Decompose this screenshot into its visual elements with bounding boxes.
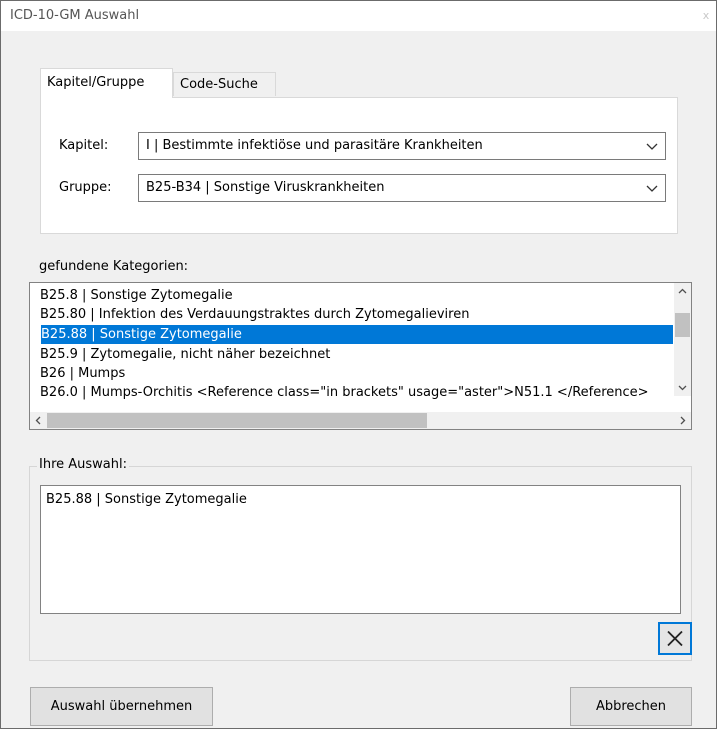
categories-label: gefundene Kategorien: <box>39 259 189 274</box>
kapitel-select[interactable]: I | Bestimmte infektiöse und parasitäre … <box>138 132 666 160</box>
selection-group-title: Ihre Auswahl: <box>37 457 129 472</box>
kapitel-select-value: I | Bestimmte infektiöse und parasitäre … <box>146 138 483 153</box>
category-item[interactable]: B25.8 | Sonstige Zytomegalie <box>40 286 233 305</box>
title-bar: ICD-10-GM Auswahl x <box>1 1 716 31</box>
kapitel-label: Kapitel: <box>59 138 109 153</box>
category-item-selected[interactable]: B25.88 | Sonstige Zytomegalie <box>41 325 673 344</box>
close-x-icon <box>667 630 683 647</box>
scroll-right-icon[interactable] <box>674 412 691 429</box>
scroll-left-icon[interactable] <box>30 412 47 429</box>
gruppe-select[interactable]: B25-B34 | Sonstige Viruskrankheiten <box>138 174 666 202</box>
categories-vertical-scrollbar[interactable] <box>674 283 691 396</box>
cancel-button[interactable]: Abbrechen <box>570 687 692 726</box>
window-title: ICD-10-GM Auswahl <box>10 8 140 23</box>
category-item[interactable]: B25.80 | Infektion des Verdauungstraktes… <box>40 305 469 324</box>
scroll-up-icon[interactable] <box>674 283 691 300</box>
gruppe-label: Gruppe: <box>59 180 112 195</box>
horizontal-scroll-thumb[interactable] <box>47 413 427 428</box>
categories-horizontal-scrollbar[interactable] <box>30 412 691 429</box>
vertical-scroll-thumb[interactable] <box>675 313 690 337</box>
window-close-button[interactable]: x <box>696 1 716 31</box>
category-item[interactable]: B25.9 | Zytomegalie, nicht näher bezeich… <box>40 345 330 364</box>
chevron-down-icon <box>646 185 658 192</box>
tab-panel-kapitel-gruppe: Kapitel: I | Bestimmte infektiöse und pa… <box>40 97 678 234</box>
dialog-window: ICD-10-GM Auswahl x Kapitel/Gruppe Code-… <box>0 0 717 729</box>
accept-selection-button[interactable]: Auswahl übernehmen <box>30 687 213 726</box>
selection-textbox[interactable]: B25.88 | Sonstige Zytomegalie <box>40 485 681 614</box>
scroll-down-icon[interactable] <box>674 379 691 396</box>
selection-value: B25.88 | Sonstige Zytomegalie <box>46 492 247 507</box>
category-item[interactable]: B26.0 | Mumps-Orchitis <Reference class=… <box>40 383 649 402</box>
tab-kapitel-gruppe-label: Kapitel/Gruppe <box>47 75 145 90</box>
gruppe-select-value: B25-B34 | Sonstige Viruskrankheiten <box>146 180 385 195</box>
tab-code-suche[interactable]: Code-Suche <box>173 72 276 96</box>
tab-kapitel-gruppe[interactable]: Kapitel/Gruppe <box>40 68 173 98</box>
clear-selection-button[interactable] <box>658 622 692 655</box>
category-item[interactable]: B26 | Mumps <box>40 364 125 383</box>
tab-code-suche-label: Code-Suche <box>180 77 258 92</box>
categories-listbox[interactable]: B25.8 | Sonstige Zytomegalie B25.80 | In… <box>29 282 692 430</box>
chevron-down-icon <box>646 143 658 150</box>
